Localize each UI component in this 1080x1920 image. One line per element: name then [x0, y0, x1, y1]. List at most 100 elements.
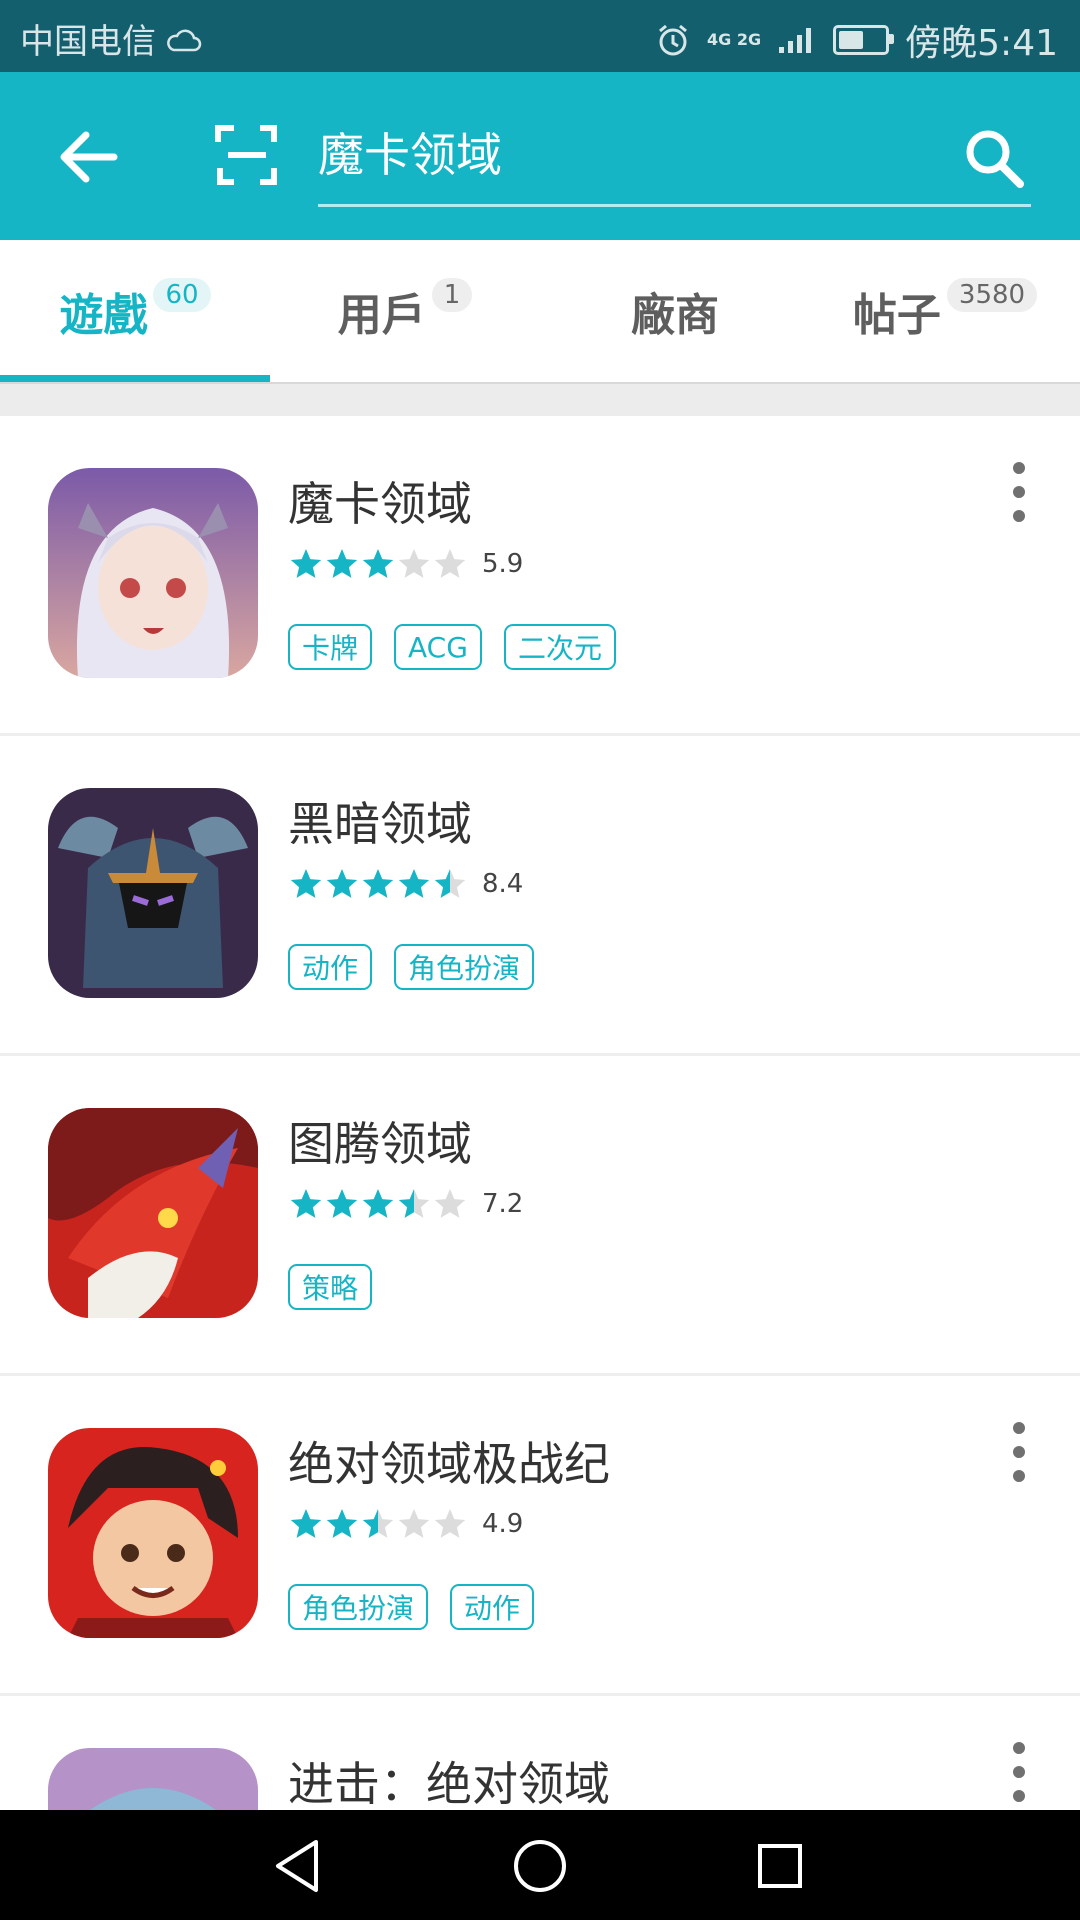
app-name: 绝对领域极战纪: [288, 1437, 610, 1491]
tab-games[interactable]: 遊戲 60: [0, 240, 270, 382]
tag[interactable]: 角色扮演: [288, 1584, 429, 1630]
list-item[interactable]: 魔卡领域 5.9 卡牌 ACG 二次元: [0, 416, 1080, 736]
clock: 傍晚5:41: [905, 23, 1058, 64]
nav-home-button[interactable]: [508, 1834, 572, 1898]
square-recent-icon: [758, 1844, 802, 1888]
rating-value: 4.9: [482, 1509, 524, 1539]
app-name: 魔卡领域: [288, 477, 472, 531]
status-bar: 中国电信 4G 2G 傍晚5:41: [0, 0, 1080, 72]
app-icon: [48, 788, 258, 998]
tag[interactable]: 角色扮演: [394, 944, 535, 990]
weather-icon: [167, 29, 202, 51]
rating-value: 7.2: [482, 1189, 524, 1219]
more-vertical-icon: [1013, 1742, 1025, 1754]
star-icon: [326, 1189, 358, 1218]
system-nav-bar: [0, 1810, 1080, 1920]
scan-icon: [215, 125, 277, 185]
search-button[interactable]: [960, 124, 1030, 194]
more-options-button[interactable]: [1006, 462, 1032, 522]
tab-count-badge: 1: [431, 278, 473, 312]
star-rating: [288, 866, 468, 902]
tag-list: 策略: [288, 1264, 373, 1310]
network-type: 4G 2G: [707, 30, 762, 49]
tag[interactable]: 动作: [288, 944, 373, 990]
back-button[interactable]: [52, 120, 126, 194]
star-icon: [290, 549, 322, 578]
list-item[interactable]: 图腾领域 7.2 策略: [0, 1056, 1080, 1376]
star-icon: [362, 1189, 394, 1218]
list-item[interactable]: 黑暗领域 8.4 动作 角色扮演: [0, 736, 1080, 1056]
tab-label: 遊戲: [59, 290, 148, 341]
app-icon: [48, 468, 258, 678]
list-item[interactable]: 绝对领域极战纪 4.9 角色扮演 动作: [0, 1376, 1080, 1696]
nav-recent-button[interactable]: [748, 1834, 812, 1898]
tab-label: 帖子: [852, 290, 941, 341]
rating: 7.2: [288, 1186, 523, 1222]
tab-users[interactable]: 用戶 1: [270, 240, 540, 382]
status-left: 中国电信: [20, 14, 202, 63]
star-icon: [434, 869, 466, 898]
app-name: 图腾领域: [288, 1117, 472, 1171]
app-name: 进击：绝对领域: [288, 1757, 610, 1810]
tab-developers[interactable]: 廠商: [540, 240, 810, 382]
star-rating: [288, 1506, 468, 1542]
battery-icon: [833, 25, 895, 55]
tag-list: 卡牌 ACG 二次元: [288, 624, 616, 670]
scan-button[interactable]: [212, 120, 282, 190]
search-field[interactable]: [318, 104, 1031, 207]
tag-list: 角色扮演 动作: [288, 1584, 535, 1630]
star-icon: [326, 869, 358, 898]
search-results-list[interactable]: 魔卡领域 5.9 卡牌 ACG 二次元 黑暗领域 8.4 动作 角色扮演 图腾领…: [0, 416, 1080, 1810]
star-icon: [434, 1189, 466, 1218]
rating-value: 5.9: [482, 549, 524, 579]
star-icon: [362, 549, 394, 578]
more-options-button[interactable]: [1006, 1742, 1032, 1802]
nav-back-button[interactable]: [266, 1834, 330, 1898]
more-vertical-icon: [1013, 1422, 1025, 1434]
app-icon: [48, 1428, 258, 1638]
rating: 8.4: [288, 866, 523, 902]
star-icon: [290, 1189, 322, 1218]
tag[interactable]: ACG: [394, 624, 482, 670]
tab-posts[interactable]: 帖子 3580: [810, 240, 1080, 382]
tag-list: 动作 角色扮演: [288, 944, 535, 990]
more-options-button[interactable]: [1006, 1422, 1032, 1482]
search-icon: [966, 130, 1024, 188]
tab-label: 用戶: [337, 290, 426, 341]
more-vertical-icon: [1013, 462, 1025, 474]
rating-value: 8.4: [482, 869, 524, 899]
search-input[interactable]: [318, 114, 918, 190]
star-icon: [326, 1509, 358, 1538]
star-icon: [434, 549, 466, 578]
rating: 5.9: [288, 546, 523, 582]
list-item[interactable]: 进击：绝对领域: [0, 1696, 1080, 1810]
star-icon: [326, 549, 358, 578]
star-icon: [290, 1509, 322, 1538]
section-divider: [0, 384, 1080, 416]
triangle-back-icon: [276, 1840, 318, 1892]
arrow-left-icon: [60, 131, 118, 183]
star-rating: [288, 546, 468, 582]
tag[interactable]: 策略: [288, 1264, 373, 1310]
star-icon: [398, 1189, 430, 1218]
signal-icon: [779, 28, 812, 53]
app-icon: [48, 1748, 258, 1810]
star-icon: [362, 869, 394, 898]
carrier-name: 中国电信: [20, 22, 156, 62]
star-icon: [398, 549, 430, 578]
status-right: 4G 2G 傍晚5:41: [655, 14, 1058, 66]
tab-label: 廠商: [631, 290, 719, 341]
search-header: [0, 72, 1080, 240]
tag[interactable]: 动作: [450, 1584, 535, 1630]
alarm-icon: [659, 24, 688, 56]
tab-count-badge: 60: [153, 278, 211, 312]
tag[interactable]: 卡牌: [288, 624, 373, 670]
circle-home-icon: [514, 1840, 566, 1892]
tag[interactable]: 二次元: [503, 624, 616, 670]
active-tab-indicator: [0, 375, 270, 382]
app-name: 黑暗领域: [288, 797, 472, 851]
star-icon: [290, 869, 322, 898]
star-icon: [398, 869, 430, 898]
star-icon: [362, 1509, 394, 1538]
star-icon: [398, 1509, 430, 1538]
